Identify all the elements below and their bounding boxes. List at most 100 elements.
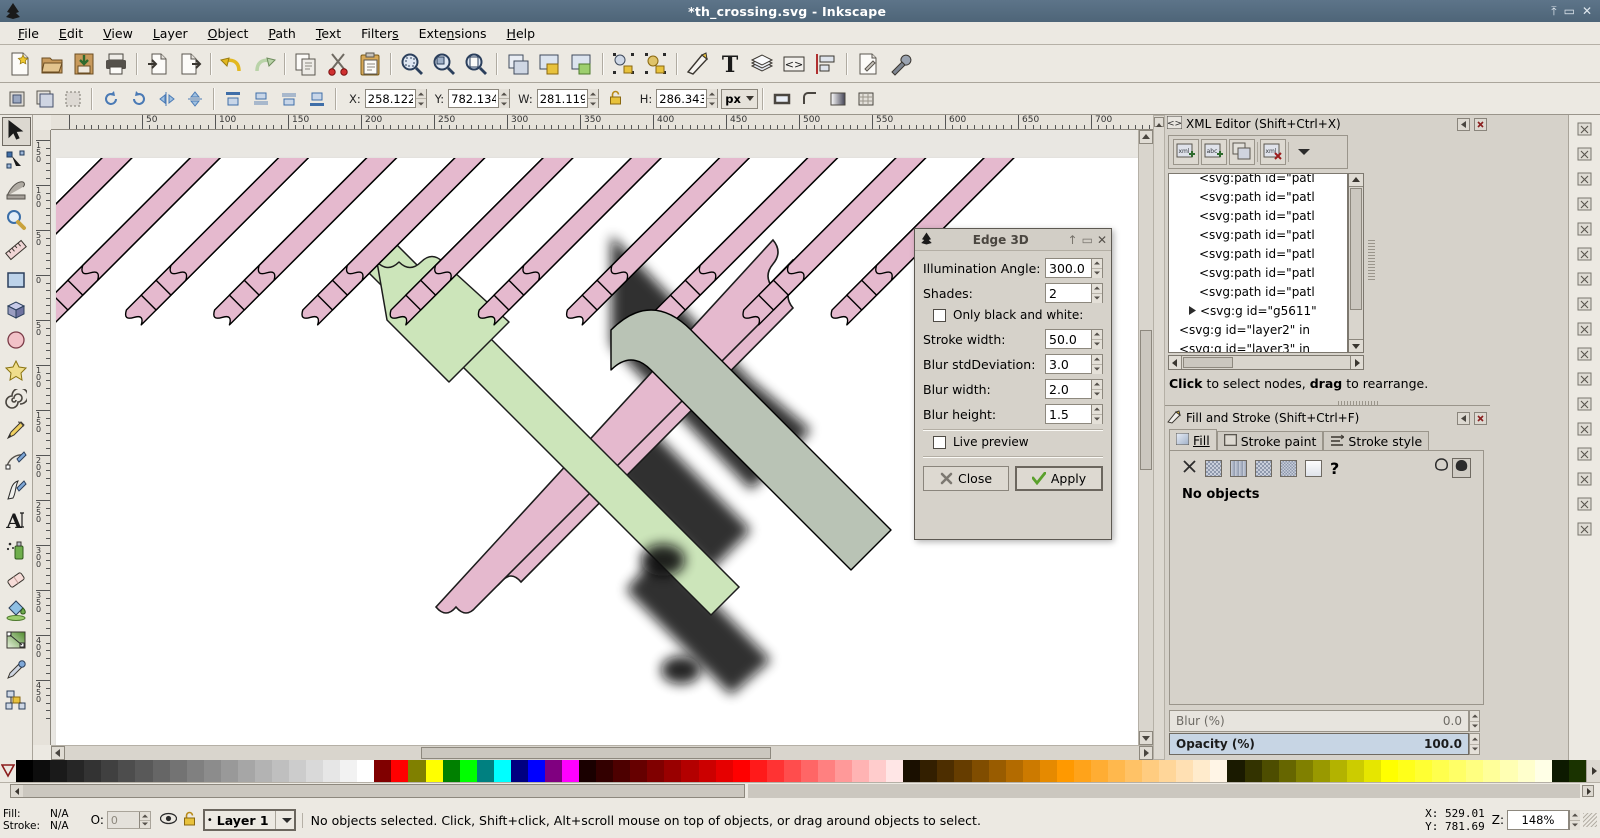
deselect-icon[interactable] <box>60 86 86 112</box>
palette-color[interactable] <box>750 760 767 782</box>
palette-color[interactable] <box>1518 760 1535 782</box>
palette-color[interactable] <box>852 760 869 782</box>
edge-3d-dialog[interactable]: Edge 3D ↑ ▭ ✕ Illumination Angle: Shades… <box>914 228 1112 540</box>
open-document-icon[interactable] <box>37 49 67 79</box>
palette-color[interactable] <box>426 760 443 782</box>
y-input[interactable] <box>449 90 498 107</box>
window-hscrollbar[interactable] <box>0 783 1600 799</box>
stroke-width-spinner[interactable] <box>1091 330 1102 349</box>
palette-colors[interactable] <box>16 760 1586 782</box>
palette-color[interactable] <box>153 760 170 782</box>
canvas-vscrollbar[interactable] <box>1138 130 1153 745</box>
snap-path-intersection-icon[interactable] <box>1572 317 1598 341</box>
palette-color[interactable] <box>647 760 664 782</box>
xml-tree-row[interactable]: <svg:path id="patl <box>1169 187 1347 206</box>
palette-color[interactable] <box>135 760 152 782</box>
spiral-tool[interactable] <box>2 387 31 416</box>
xml-tree-row[interactable]: <svg:path id="patl <box>1169 225 1347 244</box>
print-icon[interactable] <box>101 49 131 79</box>
lower-icon[interactable] <box>276 86 302 112</box>
fill-stroke-icon[interactable] <box>683 49 713 79</box>
palette-color[interactable] <box>238 760 255 782</box>
palette-color[interactable] <box>1500 760 1517 782</box>
rectangle-tool[interactable] <box>2 267 31 296</box>
palette-color[interactable] <box>511 760 528 782</box>
snap-midpoint-icon[interactable] <box>1572 392 1598 416</box>
vscroll-down-arrow[interactable] <box>1139 731 1153 745</box>
copy-icon[interactable] <box>291 49 321 79</box>
x-input[interactable] <box>366 90 415 107</box>
xml-tree-row[interactable]: <svg:g id="layer2" in <box>1169 320 1347 339</box>
palette-color[interactable] <box>699 760 716 782</box>
close-button[interactable]: ✕ <box>1582 5 1592 17</box>
canvas-hscrollbar[interactable] <box>51 745 1153 760</box>
snap-bbox-center-icon[interactable] <box>1572 242 1598 266</box>
lower-to-bottom-icon[interactable] <box>304 86 330 112</box>
palette-color[interactable] <box>84 760 101 782</box>
menu-extensions[interactable]: Extensions <box>409 24 497 43</box>
question-mark-icon[interactable]: ? <box>1330 459 1339 478</box>
eraser-tool[interactable] <box>2 567 31 596</box>
bezier-tool[interactable] <box>2 447 31 476</box>
snap-object-center-icon[interactable] <box>1572 417 1598 441</box>
palette-color[interactable] <box>272 760 289 782</box>
vertical-ruler[interactable]: 15010050050100150200250300350400450 <box>33 130 51 745</box>
palette-color[interactable] <box>50 760 67 782</box>
fill-stroke-collapse-button[interactable] <box>1457 412 1470 425</box>
vscroll-thumb[interactable] <box>1140 330 1152 470</box>
dock-resize-grip[interactable] <box>1368 240 1375 280</box>
new-document-icon[interactable] <box>5 49 35 79</box>
palette-color[interactable] <box>972 760 989 782</box>
menu-path[interactable]: Path <box>258 24 305 43</box>
palette-color[interactable] <box>101 760 118 782</box>
measure-tool[interactable] <box>2 237 31 266</box>
blur-stddeviation-input[interactable] <box>1046 357 1091 372</box>
zoom-tool[interactable] <box>2 207 31 236</box>
pattern-button[interactable] <box>1280 460 1297 477</box>
hscroll-thumb[interactable] <box>421 747 771 759</box>
new-element-node-icon[interactable]: xml <box>1173 139 1199 165</box>
y-spinner[interactable] <box>498 89 509 108</box>
zoom-spinner[interactable] <box>1569 810 1580 830</box>
text-properties-icon[interactable]: T <box>715 49 745 79</box>
palette-color[interactable] <box>886 760 903 782</box>
shades-spinner[interactable] <box>1091 284 1102 303</box>
hscroll-left-arrow[interactable] <box>51 746 65 760</box>
palette-color[interactable] <box>767 760 784 782</box>
rotate-ccw-icon[interactable] <box>98 86 124 112</box>
node-tool[interactable] <box>2 147 31 176</box>
xml-tree-hscrollbar[interactable] <box>1168 355 1364 370</box>
raise-icon[interactable] <box>248 86 274 112</box>
unit-selector[interactable]: px <box>721 89 758 109</box>
menu-text[interactable]: Text <box>306 24 351 43</box>
w-input[interactable] <box>538 90 587 107</box>
palette-color[interactable] <box>1006 760 1023 782</box>
snap-page-border-icon[interactable] <box>1572 467 1598 491</box>
palette-color[interactable] <box>562 760 579 782</box>
tab-stroke-paint[interactable]: Stroke paint <box>1217 431 1324 451</box>
palette-color[interactable] <box>33 760 50 782</box>
snap-grid-icon[interactable] <box>1572 492 1598 516</box>
palette-color[interactable] <box>784 760 801 782</box>
snap-bbox-corner-icon[interactable] <box>1572 192 1598 216</box>
no-color-x-icon[interactable] <box>0 760 16 782</box>
dropper-tool[interactable] <box>2 657 31 686</box>
raise-to-top-icon[interactable] <box>220 86 246 112</box>
blur-stddeviation-field[interactable] <box>1045 354 1103 374</box>
only-black-and-white-checkbox[interactable] <box>933 309 946 322</box>
illumination-angle-input[interactable] <box>1046 261 1091 276</box>
group-icon[interactable] <box>535 49 565 79</box>
snap-bbox-edge-midpoint-icon[interactable] <box>1572 217 1598 241</box>
palette-color[interactable] <box>937 760 954 782</box>
preferences-icon[interactable] <box>885 49 915 79</box>
box3d-tool[interactable] <box>2 297 31 326</box>
palette-color[interactable] <box>903 760 920 782</box>
palette-color[interactable] <box>545 760 562 782</box>
palette-color[interactable] <box>1296 760 1313 782</box>
palette-color[interactable] <box>579 760 596 782</box>
flip-horizontal-icon[interactable] <box>154 86 180 112</box>
zoom-field[interactable] <box>1507 810 1569 830</box>
palette-color[interactable] <box>818 760 835 782</box>
unlock-icon[interactable] <box>183 811 196 829</box>
node-menu-dropdown-icon[interactable] <box>1291 139 1317 165</box>
